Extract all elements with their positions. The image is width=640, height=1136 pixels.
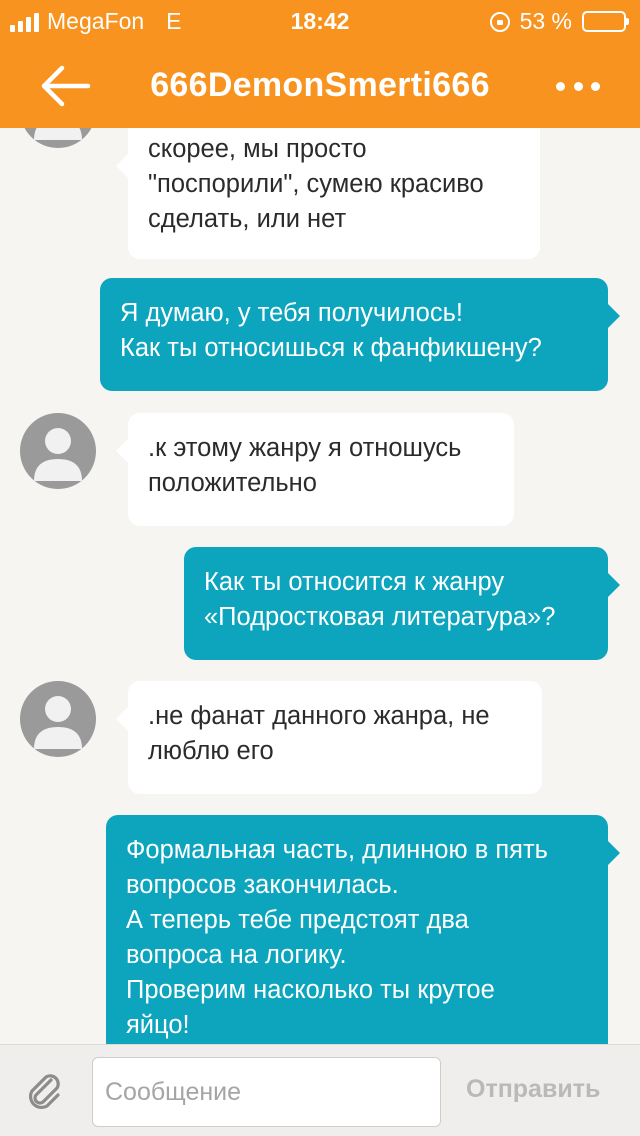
more-button[interactable] [556,68,600,104]
message-line: .к этому жанру я отношусь [148,434,462,462]
incoming-message: .не фанат данного жанра, не люблю его [116,681,542,794]
user-silhouette-icon [34,128,82,140]
incoming-message: скорее, мы просто "поспорили", сумею кра… [116,128,540,259]
outgoing-message: Формальная часть, длинною в пять вопросо… [106,815,620,1044]
incoming-message: .к этому жанру я отношусь положительно [116,413,514,526]
contact-avatar [20,413,96,489]
message-line: скорее, мы просто [148,135,367,163]
message-line: положительно [148,469,317,497]
message-composer: Отправить [0,1044,640,1136]
message-line: люблю его [148,737,274,765]
message-input[interactable] [92,1057,441,1127]
message-line: А теперь тебе предстоят два [126,906,469,934]
user-silhouette-icon [34,696,82,749]
message-line: Формальная часть, длинною в пять [126,836,548,864]
top-bar: MegaFon E 18:42 53 % 666DemonSmerti666 [0,0,640,128]
message-line: Проверим насколько ты крутое [126,976,495,1004]
message-line: вопросов закончилась. [126,871,399,899]
message-list[interactable]: скорее, мы просто "поспорили", сумею кра… [0,128,640,1044]
contact-avatar [20,128,96,148]
message-line: Как ты относишься к фанфикшену? [120,334,542,362]
message-line: яйцо! [126,1011,190,1039]
message-line: вопроса на логику. [126,941,347,969]
status-bar: MegaFon E 18:42 53 % [0,0,640,44]
attach-button[interactable] [24,1071,66,1113]
message-line: Я думаю, у тебя получилось! [120,299,463,327]
paperclip-icon [28,1074,60,1110]
outgoing-message: Я думаю, у тебя получилось! Как ты относ… [100,278,620,391]
navigation-bar: 666DemonSmerti666 [0,44,640,128]
message-line: .не фанат данного жанра, не [148,702,490,730]
message-line: Как ты относится к жанру [204,568,505,596]
battery-percent: 53 % [519,8,572,34]
more-dots-icon [556,81,565,91]
orientation-lock-icon [489,11,510,32]
contact-avatar [20,681,96,757]
outgoing-message: Как ты относится к жанру «Подростковая л… [184,547,620,660]
message-line: "поспорили", сумею красиво [148,170,484,198]
message-line: «Подростковая литература»? [204,603,556,631]
send-button[interactable]: Отправить [466,1075,600,1104]
user-silhouette-icon [34,428,82,481]
chat-title: 666DemonSmerti666 [150,66,490,104]
message-line: сделать, или нет [148,205,347,233]
battery-icon [582,11,629,32]
